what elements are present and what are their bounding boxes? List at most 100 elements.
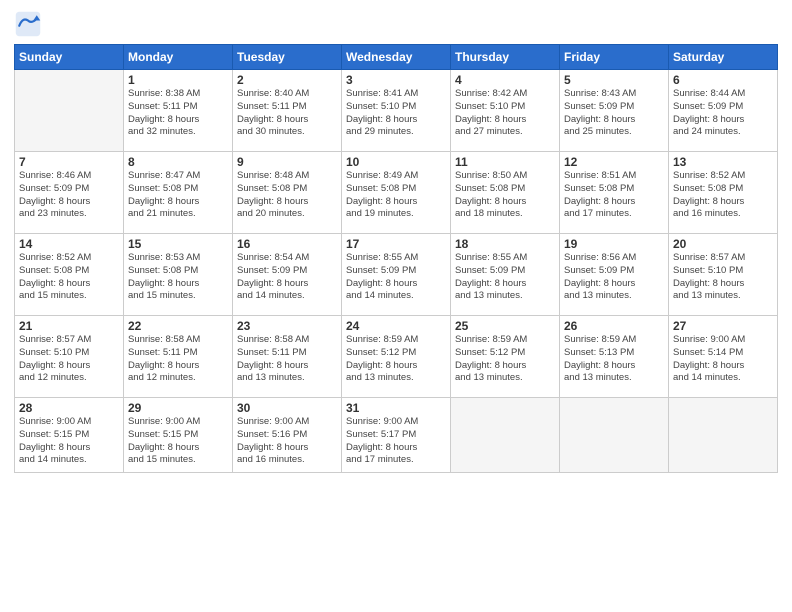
calendar-week-row: 21Sunrise: 8:57 AM Sunset: 5:10 PM Dayli… — [15, 316, 778, 398]
calendar-week-row: 7Sunrise: 8:46 AM Sunset: 5:09 PM Daylig… — [15, 152, 778, 234]
calendar-cell: 20Sunrise: 8:57 AM Sunset: 5:10 PM Dayli… — [669, 234, 778, 316]
calendar-cell: 17Sunrise: 8:55 AM Sunset: 5:09 PM Dayli… — [342, 234, 451, 316]
calendar-cell: 26Sunrise: 8:59 AM Sunset: 5:13 PM Dayli… — [560, 316, 669, 398]
page-container: SundayMondayTuesdayWednesdayThursdayFrid… — [0, 0, 792, 612]
weekday-header-tuesday: Tuesday — [233, 45, 342, 70]
day-number: 19 — [564, 237, 664, 251]
day-info: Sunrise: 8:58 AM Sunset: 5:11 PM Dayligh… — [237, 334, 337, 385]
calendar-cell: 3Sunrise: 8:41 AM Sunset: 5:10 PM Daylig… — [342, 70, 451, 152]
day-number: 24 — [346, 319, 446, 333]
day-number: 15 — [128, 237, 228, 251]
calendar-cell — [15, 70, 124, 152]
day-info: Sunrise: 8:57 AM Sunset: 5:10 PM Dayligh… — [19, 334, 119, 385]
day-info: Sunrise: 8:41 AM Sunset: 5:10 PM Dayligh… — [346, 88, 446, 139]
day-info: Sunrise: 8:54 AM Sunset: 5:09 PM Dayligh… — [237, 252, 337, 303]
day-info: Sunrise: 9:00 AM Sunset: 5:16 PM Dayligh… — [237, 416, 337, 467]
weekday-header-thursday: Thursday — [451, 45, 560, 70]
calendar-cell: 12Sunrise: 8:51 AM Sunset: 5:08 PM Dayli… — [560, 152, 669, 234]
day-info: Sunrise: 8:58 AM Sunset: 5:11 PM Dayligh… — [128, 334, 228, 385]
day-number: 10 — [346, 155, 446, 169]
calendar-cell: 10Sunrise: 8:49 AM Sunset: 5:08 PM Dayli… — [342, 152, 451, 234]
day-number: 13 — [673, 155, 773, 169]
calendar-cell — [560, 398, 669, 473]
calendar-cell: 15Sunrise: 8:53 AM Sunset: 5:08 PM Dayli… — [124, 234, 233, 316]
day-number: 20 — [673, 237, 773, 251]
calendar-cell: 21Sunrise: 8:57 AM Sunset: 5:10 PM Dayli… — [15, 316, 124, 398]
day-info: Sunrise: 8:55 AM Sunset: 5:09 PM Dayligh… — [346, 252, 446, 303]
day-info: Sunrise: 8:43 AM Sunset: 5:09 PM Dayligh… — [564, 88, 664, 139]
calendar-cell: 27Sunrise: 9:00 AM Sunset: 5:14 PM Dayli… — [669, 316, 778, 398]
calendar-cell: 22Sunrise: 8:58 AM Sunset: 5:11 PM Dayli… — [124, 316, 233, 398]
calendar-cell: 6Sunrise: 8:44 AM Sunset: 5:09 PM Daylig… — [669, 70, 778, 152]
calendar-cell: 1Sunrise: 8:38 AM Sunset: 5:11 PM Daylig… — [124, 70, 233, 152]
day-number: 31 — [346, 401, 446, 415]
day-number: 21 — [19, 319, 119, 333]
day-info: Sunrise: 9:00 AM Sunset: 5:15 PM Dayligh… — [128, 416, 228, 467]
weekday-header-friday: Friday — [560, 45, 669, 70]
day-info: Sunrise: 8:47 AM Sunset: 5:08 PM Dayligh… — [128, 170, 228, 221]
day-number: 22 — [128, 319, 228, 333]
day-info: Sunrise: 9:00 AM Sunset: 5:14 PM Dayligh… — [673, 334, 773, 385]
calendar-cell: 29Sunrise: 9:00 AM Sunset: 5:15 PM Dayli… — [124, 398, 233, 473]
calendar-table: SundayMondayTuesdayWednesdayThursdayFrid… — [14, 44, 778, 473]
calendar-cell — [669, 398, 778, 473]
day-info: Sunrise: 8:55 AM Sunset: 5:09 PM Dayligh… — [455, 252, 555, 303]
day-number: 27 — [673, 319, 773, 333]
day-number: 1 — [128, 73, 228, 87]
day-info: Sunrise: 8:51 AM Sunset: 5:08 PM Dayligh… — [564, 170, 664, 221]
day-info: Sunrise: 8:42 AM Sunset: 5:10 PM Dayligh… — [455, 88, 555, 139]
weekday-header-monday: Monday — [124, 45, 233, 70]
day-number: 12 — [564, 155, 664, 169]
calendar-cell: 28Sunrise: 9:00 AM Sunset: 5:15 PM Dayli… — [15, 398, 124, 473]
day-info: Sunrise: 8:52 AM Sunset: 5:08 PM Dayligh… — [19, 252, 119, 303]
header — [14, 10, 778, 38]
day-number: 28 — [19, 401, 119, 415]
calendar-cell: 11Sunrise: 8:50 AM Sunset: 5:08 PM Dayli… — [451, 152, 560, 234]
calendar-cell: 7Sunrise: 8:46 AM Sunset: 5:09 PM Daylig… — [15, 152, 124, 234]
day-number: 3 — [346, 73, 446, 87]
day-info: Sunrise: 8:59 AM Sunset: 5:12 PM Dayligh… — [455, 334, 555, 385]
calendar-week-row: 1Sunrise: 8:38 AM Sunset: 5:11 PM Daylig… — [15, 70, 778, 152]
day-info: Sunrise: 9:00 AM Sunset: 5:15 PM Dayligh… — [19, 416, 119, 467]
calendar-cell: 9Sunrise: 8:48 AM Sunset: 5:08 PM Daylig… — [233, 152, 342, 234]
calendar-cell: 14Sunrise: 8:52 AM Sunset: 5:08 PM Dayli… — [15, 234, 124, 316]
day-number: 11 — [455, 155, 555, 169]
day-number: 23 — [237, 319, 337, 333]
weekday-header-saturday: Saturday — [669, 45, 778, 70]
day-number: 17 — [346, 237, 446, 251]
calendar-cell: 30Sunrise: 9:00 AM Sunset: 5:16 PM Dayli… — [233, 398, 342, 473]
calendar-cell: 18Sunrise: 8:55 AM Sunset: 5:09 PM Dayli… — [451, 234, 560, 316]
day-info: Sunrise: 8:49 AM Sunset: 5:08 PM Dayligh… — [346, 170, 446, 221]
calendar-cell: 25Sunrise: 8:59 AM Sunset: 5:12 PM Dayli… — [451, 316, 560, 398]
day-info: Sunrise: 8:59 AM Sunset: 5:12 PM Dayligh… — [346, 334, 446, 385]
day-number: 18 — [455, 237, 555, 251]
day-number: 5 — [564, 73, 664, 87]
calendar-cell: 16Sunrise: 8:54 AM Sunset: 5:09 PM Dayli… — [233, 234, 342, 316]
day-number: 9 — [237, 155, 337, 169]
day-info: Sunrise: 8:44 AM Sunset: 5:09 PM Dayligh… — [673, 88, 773, 139]
day-number: 6 — [673, 73, 773, 87]
day-number: 8 — [128, 155, 228, 169]
weekday-header-row: SundayMondayTuesdayWednesdayThursdayFrid… — [15, 45, 778, 70]
day-number: 4 — [455, 73, 555, 87]
weekday-header-sunday: Sunday — [15, 45, 124, 70]
day-info: Sunrise: 9:00 AM Sunset: 5:17 PM Dayligh… — [346, 416, 446, 467]
calendar-cell: 31Sunrise: 9:00 AM Sunset: 5:17 PM Dayli… — [342, 398, 451, 473]
calendar-cell — [451, 398, 560, 473]
day-number: 14 — [19, 237, 119, 251]
day-info: Sunrise: 8:46 AM Sunset: 5:09 PM Dayligh… — [19, 170, 119, 221]
day-number: 25 — [455, 319, 555, 333]
calendar-cell: 5Sunrise: 8:43 AM Sunset: 5:09 PM Daylig… — [560, 70, 669, 152]
calendar-week-row: 14Sunrise: 8:52 AM Sunset: 5:08 PM Dayli… — [15, 234, 778, 316]
day-info: Sunrise: 8:50 AM Sunset: 5:08 PM Dayligh… — [455, 170, 555, 221]
calendar-week-row: 28Sunrise: 9:00 AM Sunset: 5:15 PM Dayli… — [15, 398, 778, 473]
calendar-cell: 23Sunrise: 8:58 AM Sunset: 5:11 PM Dayli… — [233, 316, 342, 398]
day-info: Sunrise: 8:53 AM Sunset: 5:08 PM Dayligh… — [128, 252, 228, 303]
day-info: Sunrise: 8:38 AM Sunset: 5:11 PM Dayligh… — [128, 88, 228, 139]
day-number: 30 — [237, 401, 337, 415]
day-info: Sunrise: 8:48 AM Sunset: 5:08 PM Dayligh… — [237, 170, 337, 221]
day-info: Sunrise: 8:52 AM Sunset: 5:08 PM Dayligh… — [673, 170, 773, 221]
day-info: Sunrise: 8:57 AM Sunset: 5:10 PM Dayligh… — [673, 252, 773, 303]
logo-icon — [14, 10, 42, 38]
day-number: 7 — [19, 155, 119, 169]
